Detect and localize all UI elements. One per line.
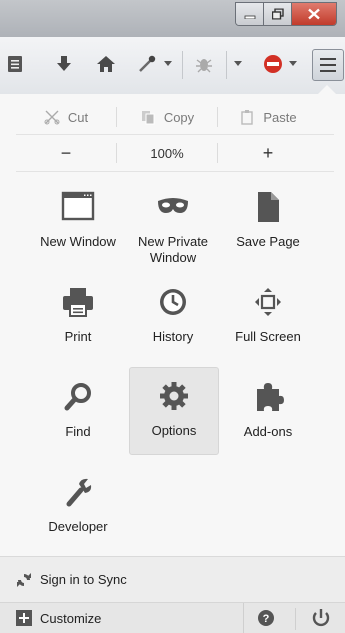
footer-separator [243, 603, 244, 633]
developer-label: Developer [48, 519, 108, 534]
zoom-in-button[interactable]: + [218, 143, 318, 164]
mask-icon [158, 198, 188, 213]
copy-button[interactable]: Copy [117, 109, 217, 125]
puzzle-icon [257, 383, 284, 411]
help-icon[interactable]: ? [254, 606, 278, 630]
new-window-button[interactable]: New Window [34, 179, 122, 265]
copy-icon [141, 111, 155, 125]
close-icon [308, 8, 320, 20]
history-button[interactable]: History [129, 274, 217, 360]
find-button[interactable]: Find [34, 369, 122, 455]
scissors-icon [44, 110, 60, 125]
zoom-reset-button[interactable]: 100% [117, 146, 217, 161]
title-bar [0, 0, 345, 37]
plus-square-icon [16, 610, 32, 626]
cut-label: Cut [67, 109, 89, 125]
zoom-out-button[interactable]: − [16, 143, 116, 164]
svg-text:?: ? [263, 613, 270, 625]
edit-controls: Cut Copy Paste [16, 104, 334, 130]
options-label: Options [151, 423, 197, 438]
chevron-down-icon[interactable] [164, 59, 172, 67]
chevron-down-icon[interactable] [289, 59, 297, 67]
toolbar [0, 37, 345, 95]
sync-label: Sign in to Sync [40, 572, 127, 587]
paste-label: Paste [263, 109, 297, 125]
cut-button[interactable]: Cut [16, 109, 116, 125]
hamburger-line [320, 64, 336, 66]
add-ons-button[interactable]: Add-ons [224, 369, 312, 455]
new-window-icon [61, 191, 95, 221]
full-screen-label: Full Screen [235, 329, 301, 344]
download-icon[interactable] [53, 53, 75, 75]
divider [16, 171, 334, 172]
footer-separator [295, 608, 296, 630]
new-private-window-button[interactable]: New Private Window [129, 179, 217, 265]
clipboard-icon [241, 110, 254, 125]
printer-icon [63, 288, 93, 317]
copy-label: Copy [163, 109, 195, 125]
customize-label: Customize [40, 611, 102, 626]
sign-in-to-sync-button[interactable]: Sign in to Sync [0, 556, 345, 603]
close-window-button[interactable] [292, 3, 336, 25]
chevron-down-icon[interactable] [234, 59, 242, 67]
add-ons-label: Add-ons [243, 424, 293, 439]
minimize-button[interactable] [236, 3, 264, 25]
toolbar-separator [226, 51, 227, 79]
save-page-label: Save Page [236, 234, 300, 249]
magnifier-icon [64, 383, 91, 411]
paste-button[interactable]: Paste [218, 109, 318, 125]
print-button[interactable]: Print [34, 274, 122, 360]
window-controls [235, 2, 337, 26]
open-menu-button[interactable] [312, 49, 344, 81]
new-window-label: New Window [40, 234, 116, 249]
eyedropper-icon[interactable] [136, 53, 158, 75]
hamburger-icon [320, 58, 336, 60]
print-label: Print [64, 329, 92, 344]
adblock-icon[interactable] [262, 53, 284, 75]
power-icon[interactable] [309, 606, 333, 630]
new-private-window-label: New Private Window [137, 234, 209, 265]
minimize-icon [244, 15, 255, 19]
restore-icon [271, 8, 284, 20]
wrench-icon [66, 478, 92, 507]
save-page-icon [258, 192, 279, 222]
customize-bar: Customize ? [0, 602, 345, 633]
bug-icon[interactable] [193, 53, 215, 75]
options-button[interactable]: Options [129, 367, 219, 455]
fullscreen-icon [255, 288, 281, 316]
find-label: Find [65, 424, 91, 439]
gear-icon [160, 382, 188, 410]
zoom-controls: − 100% + [16, 140, 334, 166]
reading-list-icon[interactable] [4, 53, 26, 75]
history-label: History [152, 329, 194, 344]
panel-arrow [318, 85, 336, 94]
toolbar-separator [182, 51, 183, 79]
save-page-button[interactable]: Save Page [224, 179, 312, 265]
home-icon[interactable] [95, 53, 117, 75]
developer-button[interactable]: Developer [34, 464, 122, 550]
clock-icon [160, 289, 186, 315]
menu-panel: Cut Copy Paste − 100% + New Window New P… [0, 94, 345, 633]
divider [16, 134, 334, 135]
full-screen-button[interactable]: Full Screen [224, 274, 312, 360]
customize-button[interactable]: Customize [0, 603, 240, 633]
sync-icon [17, 573, 31, 587]
maximize-button[interactable] [264, 3, 292, 25]
hamburger-line [320, 70, 336, 72]
